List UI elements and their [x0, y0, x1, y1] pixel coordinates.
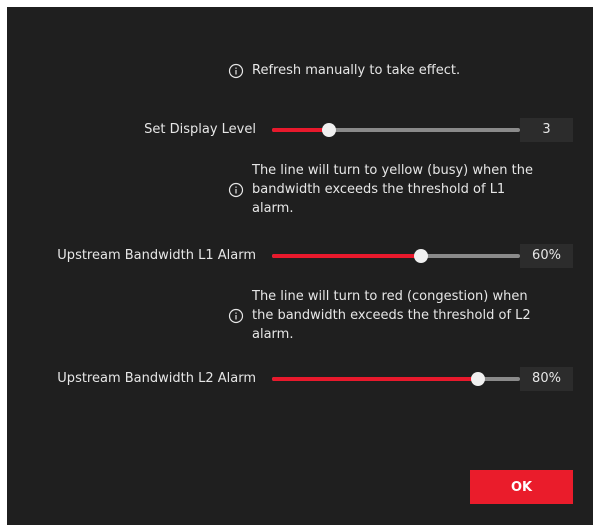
info-icon	[228, 308, 244, 324]
display-level-label: Set Display Level	[144, 122, 256, 137]
l1-note-line: alarm.	[252, 201, 294, 216]
bandwidth-settings-dialog: Refresh manually to take effect. Set Dis…	[7, 7, 593, 525]
l1-alarm-thumb[interactable]	[413, 249, 428, 263]
l1-alarm-fill	[272, 254, 421, 258]
l2-note-line: alarm.	[252, 327, 294, 342]
l1-alarm-note: The line will turn to yellow (busy) when…	[228, 161, 533, 218]
info-icon	[228, 182, 244, 198]
ok-button[interactable]: OK	[470, 470, 573, 504]
l1-alarm-label: Upstream Bandwidth L1 Alarm	[57, 248, 256, 263]
l2-alarm-slider[interactable]	[272, 372, 520, 386]
l1-alarm-value-input[interactable]	[520, 244, 573, 268]
display-level-value-input[interactable]	[520, 118, 573, 142]
refresh-note-text: Refresh manually to take effect.	[252, 63, 461, 78]
l2-alarm-thumb[interactable]	[470, 372, 485, 386]
l1-note-line: bandwidth exceeds the threshold of L1	[252, 182, 506, 197]
l2-note-line: the bandwidth exceeds the threshold of L…	[252, 308, 531, 323]
l1-alarm-slider[interactable]	[272, 249, 520, 263]
info-icon	[228, 63, 244, 79]
l1-alarm-note-text: The line will turn to yellow (busy) when…	[252, 161, 533, 218]
display-level-thumb[interactable]	[322, 123, 337, 137]
l2-alarm-label: Upstream Bandwidth L2 Alarm	[57, 371, 256, 386]
l1-alarm-row: Upstream Bandwidth L1 Alarm	[7, 244, 593, 268]
display-level-fill	[272, 128, 330, 132]
display-level-row: Set Display Level	[7, 118, 593, 142]
l2-alarm-fill	[272, 377, 478, 381]
l2-alarm-note-text: The line will turn to red (congestion) w…	[252, 287, 531, 344]
l2-note-line: The line will turn to red (congestion) w…	[252, 289, 528, 304]
l2-alarm-value-input[interactable]	[520, 367, 573, 391]
l2-alarm-row: Upstream Bandwidth L2 Alarm	[7, 367, 593, 391]
refresh-note: Refresh manually to take effect.	[228, 61, 460, 80]
l2-alarm-note: The line will turn to red (congestion) w…	[228, 287, 531, 344]
display-level-slider[interactable]	[272, 123, 520, 137]
l1-note-line: The line will turn to yellow (busy) when…	[252, 163, 533, 178]
